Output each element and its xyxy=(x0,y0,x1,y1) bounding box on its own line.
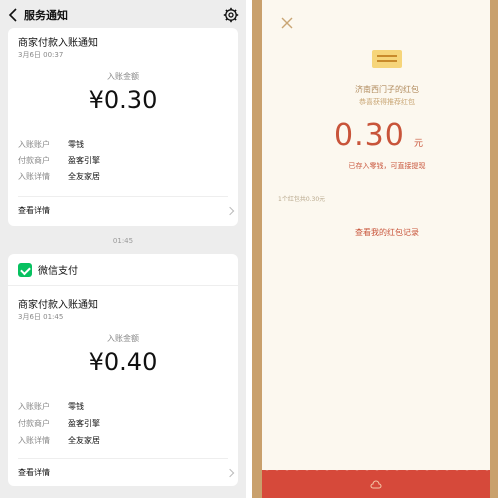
divider xyxy=(18,196,228,197)
row-value: 盈客引擎 xyxy=(68,419,100,428)
row-value: 盈客引擎 xyxy=(68,156,100,165)
chevron-right-icon xyxy=(225,206,235,216)
amount-value: ¥0.30 xyxy=(88,86,158,114)
row-key: 入账详情 xyxy=(18,172,50,181)
notice-time: 3月6日 00:37 xyxy=(18,51,64,59)
page-title: 服务通知 xyxy=(24,9,68,22)
divider xyxy=(18,458,228,459)
amount-value: ¥0.40 xyxy=(88,348,158,376)
scalloped-edge xyxy=(262,466,490,472)
row-key: 付款商户 xyxy=(18,419,50,428)
merchant-logo xyxy=(372,50,402,68)
notice-title: 商家付款入账通知 xyxy=(18,38,98,49)
notice-time: 3月6日 01:45 xyxy=(18,313,64,321)
notice-title: 商家付款入账通知 xyxy=(18,300,98,311)
row-value: 零钱 xyxy=(68,140,84,149)
packet-sender-name: 济南西门子的红包 xyxy=(355,85,419,94)
card-header-label: 微信支付 xyxy=(38,266,78,277)
card-header[interactable]: 微信支付 xyxy=(8,254,238,286)
row-key: 付款商户 xyxy=(18,156,50,165)
notification-card[interactable]: 商家付款入账通知 3月6日 00:37 入账金额 ¥0.30 入账账户 零钱 付… xyxy=(8,28,238,226)
packet-count: 1个红包共0.30元 xyxy=(278,196,326,203)
amount-label: 入账金额 xyxy=(107,72,139,81)
red-packet-footer xyxy=(262,466,490,498)
packet-amount-unit: 元 xyxy=(414,139,424,149)
chevron-right-icon xyxy=(225,468,235,478)
row-value: 全友家居 xyxy=(68,436,100,445)
packet-subtitle: 恭喜获得推荐红包 xyxy=(359,98,415,106)
row-value: 零钱 xyxy=(68,402,84,411)
view-details-link[interactable]: 查看详情 xyxy=(18,467,50,478)
amount-label: 入账金额 xyxy=(107,334,139,343)
row-key: 入账账户 xyxy=(18,140,50,149)
view-details-link[interactable]: 查看详情 xyxy=(18,205,50,216)
row-key: 入账详情 xyxy=(18,436,50,445)
top-bar: 服务通知 xyxy=(0,0,246,30)
red-packet-sheet: 济南西门子的红包 恭喜获得推荐红包 0.30 元 已存入零钱，可直接提现 1个红… xyxy=(262,0,490,470)
row-key: 入账账户 xyxy=(18,402,50,411)
notification-card[interactable]: 微信支付 商家付款入账通知 3月6日 01:45 入账金额 ¥0.40 入账账户… xyxy=(8,254,238,486)
view-packet-records-link[interactable]: 查看我的红包记录 xyxy=(262,227,498,238)
wechat-pay-icon xyxy=(18,262,32,277)
cloud-icon xyxy=(370,480,382,489)
packet-amount: 0.30 xyxy=(334,118,405,153)
back-arrow-icon[interactable] xyxy=(6,7,22,23)
packet-deposit-note[interactable]: 已存入零钱，可直接提现 xyxy=(262,161,498,171)
gear-icon[interactable] xyxy=(223,7,239,23)
red-packet-panel: 济南西门子的红包 恭喜获得推荐红包 0.30 元 已存入零钱，可直接提现 1个红… xyxy=(252,0,498,498)
time-separator: 01:45 xyxy=(112,237,134,245)
service-notifications-panel: 服务通知 商家付款入账通知 3月6日 00:37 入账金额 ¥0.30 入账账户… xyxy=(0,0,246,498)
close-icon[interactable] xyxy=(280,16,294,30)
row-value: 全友家居 xyxy=(68,172,100,181)
